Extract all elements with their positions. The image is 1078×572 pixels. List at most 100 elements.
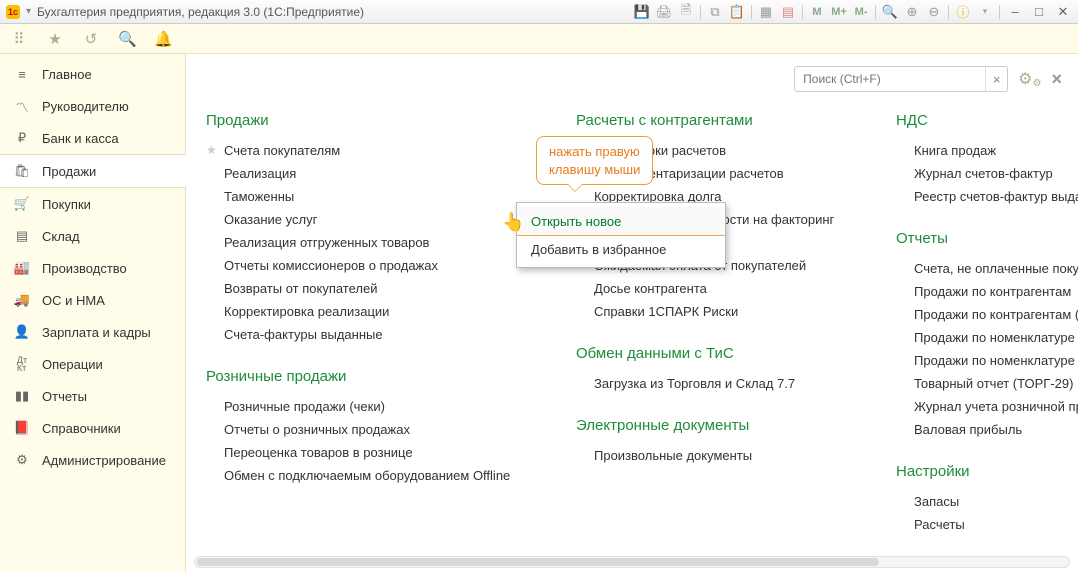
link-invoices-issued[interactable]: Счета-фактуры выданные	[206, 323, 536, 346]
link-1spark[interactable]: Справки 1СПАРК Риски	[576, 300, 856, 323]
apps-icon[interactable]: ⠿	[10, 30, 28, 48]
link-retail-journal[interactable]: Журнал учета розничной продажи	[896, 395, 1078, 418]
section-title-settings: Настройки	[896, 463, 1078, 480]
info-icon[interactable]: ⓘ	[955, 4, 971, 20]
sidebar-item-bank[interactable]: ₽ Банк и касса	[0, 122, 185, 154]
link-sales-book[interactable]: Книга продаж	[896, 139, 1078, 162]
link-calcs[interactable]: Расчеты	[896, 513, 1078, 536]
link-invoice-journal[interactable]: Журнал счетов-фактур	[896, 162, 1078, 185]
sidebar-item-production[interactable]: 🏭 Производство	[0, 252, 185, 284]
sidebar-item-sales[interactable]: 🛍 Продажи	[0, 154, 186, 188]
link-sales-by-nom2[interactable]: Продажи по номенклатуре (сводно)	[896, 349, 1078, 372]
sidebar-item-manager[interactable]: 〽 Руководителю	[0, 90, 185, 122]
link-services[interactable]: Оказание услуг	[206, 208, 536, 231]
scrollbar-thumb[interactable]	[197, 558, 879, 566]
close-page-button[interactable]: ×	[1051, 69, 1062, 90]
link-gross-profit[interactable]: Валовая прибыль	[896, 418, 1078, 441]
sidebar-item-salary[interactable]: 👤 Зарплата и кадры	[0, 316, 185, 348]
sidebar-item-label: Отчеты	[42, 389, 87, 404]
calendar-icon[interactable]: ▤	[780, 4, 796, 20]
copy-icon[interactable]: ⧉	[707, 4, 723, 20]
maximize-button[interactable]: □	[1030, 4, 1048, 20]
history-icon[interactable]: ↺	[82, 30, 100, 48]
person-icon: 👤	[14, 324, 30, 340]
sidebar-item-admin[interactable]: ⚙ Администрирование	[0, 444, 185, 476]
zoomout-icon[interactable]: ⊖	[926, 4, 942, 20]
link-retail-reports[interactable]: Отчеты о розничных продажах	[206, 418, 536, 441]
save-icon[interactable]: 💾	[634, 4, 650, 20]
section-title-nds: НДС	[896, 112, 1078, 129]
search-icon[interactable]: 🔍	[882, 4, 898, 20]
link-customs[interactable]: Таможенны	[206, 185, 536, 208]
sidebar-item-reports[interactable]: ▮▮ Отчеты	[0, 380, 185, 412]
dropdown-icon[interactable]: ▾	[26, 6, 31, 17]
boxes-icon: ▤	[14, 228, 30, 244]
link-shipped-goods[interactable]: Реализация отгруженных товаров	[206, 231, 536, 254]
close-button[interactable]: ✕	[1054, 4, 1072, 20]
link-commissioner-reports[interactable]: Отчеты комиссионеров о продажах	[206, 254, 536, 277]
search-input[interactable]	[795, 72, 985, 86]
search-clear-button[interactable]: ×	[985, 67, 1007, 91]
sidebar-item-main[interactable]: ≡ Главное	[0, 58, 185, 90]
link-invoices[interactable]: Счета покупателям	[206, 139, 536, 162]
link-arbitrary-docs[interactable]: Произвольные документы	[576, 444, 856, 467]
sidebar-item-label: ОС и НМА	[42, 293, 105, 308]
minimize-button[interactable]: –	[1006, 4, 1024, 20]
link-sales-by-nom1[interactable]: Продажи по номенклатуре	[896, 326, 1078, 349]
link-unpaid[interactable]: Счета, не оплаченные покупателями	[896, 257, 1078, 280]
mplus-icon[interactable]: M+	[831, 4, 847, 20]
paste-icon[interactable]: 📋	[729, 4, 745, 20]
sidebar-item-label: Банк и касса	[42, 131, 119, 146]
link-invoice-register[interactable]: Реестр счетов-фактур выданных	[896, 185, 1078, 208]
context-open-new[interactable]: Открыть новое	[517, 207, 725, 236]
zoomin-icon[interactable]: ⊕	[904, 4, 920, 20]
link-tis-load[interactable]: Загрузка из Торговля и Склад 7.7	[576, 372, 856, 395]
bell-icon[interactable]: 🔔	[154, 30, 172, 48]
menu-icon: ≡	[14, 66, 30, 82]
star-icon[interactable]: ★	[46, 30, 64, 48]
mminus-icon[interactable]: M-	[853, 4, 869, 20]
link-stock[interactable]: Запасы	[896, 490, 1078, 513]
sidebar-item-assets[interactable]: 🚚 ОС и НМА	[0, 284, 185, 316]
horizontal-scrollbar[interactable]	[194, 556, 1070, 568]
sidebar-item-operations[interactable]: ДтКт Операции	[0, 348, 185, 380]
sidebar-item-purchases[interactable]: 🛒 Покупки	[0, 188, 185, 220]
link-torg29[interactable]: Товарный отчет (ТОРГ-29)	[896, 372, 1078, 395]
link-retail-offline[interactable]: Обмен с подключаемым оборудованием Offli…	[206, 464, 536, 487]
preview-icon[interactable]: 🗎	[678, 4, 694, 20]
sidebar-item-label: Производство	[42, 261, 127, 276]
m-icon[interactable]: M	[809, 4, 825, 20]
bars-icon: ▮▮	[14, 388, 30, 404]
column-nds: НДС Книга продаж Журнал счетов-фактур Ре…	[896, 112, 1078, 536]
retail-links: Розничные продажи (чеки) Отчеты о рознич…	[206, 395, 536, 487]
section-title-settlements: Расчеты с контрагентами	[576, 112, 856, 129]
settings-gear-icon[interactable]: ⚙⚙	[1018, 69, 1041, 89]
link-returns[interactable]: Возвраты от покупателей	[206, 277, 536, 300]
factory-icon: 🏭	[14, 260, 30, 276]
sidebar-item-references[interactable]: 📕 Справочники	[0, 412, 185, 444]
section-title-reports: Отчеты	[896, 230, 1078, 247]
reports-links: Счета, не оплаченные покупателями Продаж…	[896, 257, 1078, 441]
sidebar-item-warehouse[interactable]: ▤ Склад	[0, 220, 185, 252]
settings-links: Запасы Расчеты	[896, 490, 1078, 536]
window-title: Бухгалтерия предприятия, редакция 3.0 (1…	[37, 5, 364, 19]
link-sales-by-contr2[interactable]: Продажи по контрагентам (сводно)	[896, 303, 1078, 326]
print-icon[interactable]: 🖨	[656, 4, 672, 20]
link-adjustment[interactable]: Корректировка реализации	[206, 300, 536, 323]
link-dossier[interactable]: Досье контрагента	[576, 277, 856, 300]
context-add-favorite[interactable]: Добавить в избранное	[517, 236, 725, 263]
context-menu: Открыть новое Добавить в избранное	[516, 202, 726, 268]
titlebar: 1c ▾ Бухгалтерия предприятия, редакция 3…	[0, 0, 1078, 24]
search2-icon[interactable]: 🔍	[118, 30, 136, 48]
link-realization[interactable]: Реализация	[206, 162, 536, 185]
grid-icon[interactable]: ▦	[758, 4, 774, 20]
titlebar-icons: 💾 🖨 🗎 ⧉ 📋 ▦ ▤ M M+ M- 🔍 ⊕ ⊖ ⓘ ▾ – □ ✕	[634, 4, 1072, 20]
top-controls: × ⚙⚙ ×	[794, 66, 1062, 92]
link-sales-by-contr1[interactable]: Продажи по контрагентам	[896, 280, 1078, 303]
section-title-sales: Продажи	[206, 112, 536, 129]
info-dd-icon[interactable]: ▾	[977, 4, 993, 20]
link-retail-revalue[interactable]: Переоценка товаров в рознице	[206, 441, 536, 464]
section-title-retail: Розничные продажи	[206, 368, 536, 385]
callout-line2: клавишу мыши	[549, 161, 640, 179]
link-retail-checks[interactable]: Розничные продажи (чеки)	[206, 395, 536, 418]
